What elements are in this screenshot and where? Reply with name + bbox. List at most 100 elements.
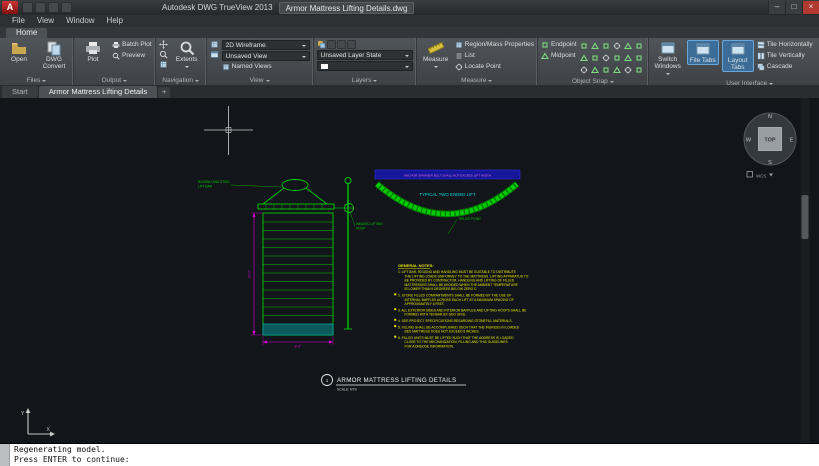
command-line-gutter [0, 444, 10, 466]
midpoint-snap-button[interactable]: Midpoint [541, 51, 577, 61]
qat-plot-icon[interactable] [35, 2, 46, 13]
application-menu-button[interactable]: A [2, 1, 18, 14]
menu-view[interactable]: View [31, 15, 60, 27]
dwg-convert-button[interactable]: DWG Convert [38, 40, 70, 70]
list-button[interactable]: List [455, 51, 534, 61]
snap-settings-button[interactable] [580, 64, 590, 75]
snap-none-button[interactable] [635, 52, 645, 63]
snap-quadrant-button[interactable] [624, 40, 634, 51]
panel-label-files[interactable]: Files [0, 76, 73, 85]
panel-navigation: Extents Navigation [156, 38, 207, 85]
layout-tabs-label: Layout Tabs [723, 57, 753, 71]
file-tab-active-document[interactable]: Armor Mattress Lifting Details [39, 86, 157, 98]
views-icon[interactable] [210, 50, 219, 59]
zoom-extents-button[interactable]: Extents [171, 40, 203, 70]
layer-state-combo[interactable]: Unsaved Layer State [317, 50, 413, 60]
detail-title-block: 1 ARMOR MATTRESS LIFTING DETAILS SCALE: … [322, 375, 467, 392]
zoom-extents-icon [179, 40, 195, 56]
menu-file[interactable]: File [6, 15, 31, 27]
open-label: Open [11, 56, 27, 63]
cascade-icon [757, 63, 765, 71]
file-tab-start[interactable]: Start [2, 86, 38, 98]
region-mass-properties-button[interactable]: Region/Mass Properties [455, 40, 534, 50]
svg-text:4. SEE PROJECT SPECIFICATIONS: 4. SEE PROJECT SPECIFICATIONS REGARDING … [398, 319, 513, 323]
orbit-icon[interactable] [159, 60, 168, 69]
zoom-icon[interactable] [159, 50, 168, 59]
plot-button[interactable]: Plot [77, 40, 109, 63]
panel-label-layers[interactable]: Layers [314, 76, 416, 85]
layer-freeze-icon[interactable] [337, 40, 346, 49]
application-window: A Autodesk DWG TrueView 2013 Armor Mattr… [0, 0, 819, 466]
snap-intersection-button[interactable] [580, 40, 590, 51]
layer-lock-icon[interactable] [347, 40, 356, 49]
layer-color-swatch [321, 64, 328, 69]
snap-perpendicular-button[interactable] [580, 52, 590, 63]
visual-style-icon[interactable] [210, 40, 219, 49]
snap-node-button[interactable] [602, 52, 612, 63]
current-layer-combo[interactable] [317, 61, 413, 71]
measure-button[interactable]: Measure [420, 40, 452, 70]
switch-windows-button[interactable]: Switch Windows [652, 40, 684, 77]
layer-on-off-icon[interactable] [327, 40, 336, 49]
tile-vertically-button[interactable]: Tile Vertically [757, 51, 813, 61]
snap-point-filter-button[interactable] [624, 64, 634, 75]
snap-apparent-button[interactable] [591, 40, 601, 51]
command-line-window: Regenerating model. Press ENTER to conti… [0, 443, 819, 466]
menu-help[interactable]: Help [101, 15, 129, 27]
visual-style-combo[interactable]: 2D Wireframe [222, 40, 310, 50]
qat-redo-icon[interactable] [61, 2, 72, 13]
drawing-canvas[interactable]: 15'-0" 8'-0" RIGGING AND STEEL LIFT BAR … [0, 98, 819, 443]
locate-point-button[interactable]: Locate Point [455, 62, 534, 72]
model-space-view[interactable]: 15'-0" 8'-0" RIGGING AND STEEL LIFT BAR … [0, 98, 819, 443]
viewcube[interactable]: TOP N E S W [744, 113, 796, 166]
pan-icon[interactable] [159, 40, 168, 49]
crosshair-cursor [204, 106, 253, 155]
batch-plot-button[interactable]: Batch Plot [112, 40, 152, 50]
layer-properties-icon[interactable] [317, 40, 326, 49]
command-line-history[interactable]: Regenerating model. Press ENTER to conti… [10, 444, 819, 466]
panel-label-navigation[interactable]: Navigation [156, 76, 206, 85]
menu-window[interactable]: Window [60, 15, 100, 27]
tile-horizontally-button[interactable]: Tile Horizontally [757, 40, 813, 50]
qat-undo-icon[interactable] [48, 2, 59, 13]
measure-ruler-icon [428, 40, 444, 56]
snap-temporary-button[interactable] [602, 64, 612, 75]
endpoint-snap-button[interactable]: Endpoint [541, 40, 577, 50]
wcs-menu[interactable]: WCS [747, 172, 773, 179]
named-views-button[interactable]: Named Views [222, 62, 310, 72]
snap-center-button[interactable] [613, 40, 623, 51]
panel-label-output[interactable]: Output [74, 76, 155, 85]
svg-text:FOR A DREDGE INFORMATION.: FOR A DREDGE INFORMATION. [405, 345, 454, 349]
list-label: List [465, 51, 475, 61]
snap-osnap-toggle-button[interactable] [635, 64, 645, 75]
open-button[interactable]: Open [3, 40, 35, 63]
new-tab-button[interactable]: + [158, 87, 170, 98]
menu-bar: File View Window Help [0, 15, 819, 27]
panel-label-view[interactable]: View [207, 76, 313, 85]
view-state-combo[interactable]: Unsaved View [222, 51, 310, 61]
snap-from-button[interactable] [591, 64, 601, 75]
locate-point-icon [455, 63, 463, 71]
command-prompt-line[interactable]: Press ENTER to continue: [14, 455, 819, 465]
preview-button[interactable]: Preview [112, 51, 152, 61]
canvas-vertical-scrollbar[interactable] [801, 98, 810, 443]
maximize-button[interactable]: □ [785, 1, 802, 14]
minimize-button[interactable]: – [768, 1, 785, 14]
file-tabs-toggle-button[interactable]: File Tabs [687, 40, 719, 65]
file-tabs-label: File Tabs [690, 57, 716, 64]
qat-open-icon[interactable] [22, 2, 33, 13]
snap-insert-button[interactable] [613, 52, 623, 63]
snap-mid2-button[interactable] [613, 64, 623, 75]
snap-parallel-button[interactable] [591, 52, 601, 63]
panel-label-object-snap[interactable]: Object Snap [538, 77, 648, 85]
cascade-button[interactable]: Cascade [757, 62, 813, 72]
snap-nearest-button[interactable] [624, 52, 634, 63]
close-button[interactable]: × [802, 1, 819, 14]
snap-extension-button[interactable] [602, 40, 612, 51]
ribbon-tab-home[interactable]: Home [6, 28, 47, 38]
scrollbar-thumb[interactable] [802, 195, 809, 239]
command-history-line: Regenerating model. [14, 445, 819, 455]
snap-tangent-button[interactable] [635, 40, 645, 51]
layout-tabs-toggle-button[interactable]: Layout Tabs [722, 40, 754, 72]
panel-label-measure[interactable]: Measure [417, 76, 537, 85]
